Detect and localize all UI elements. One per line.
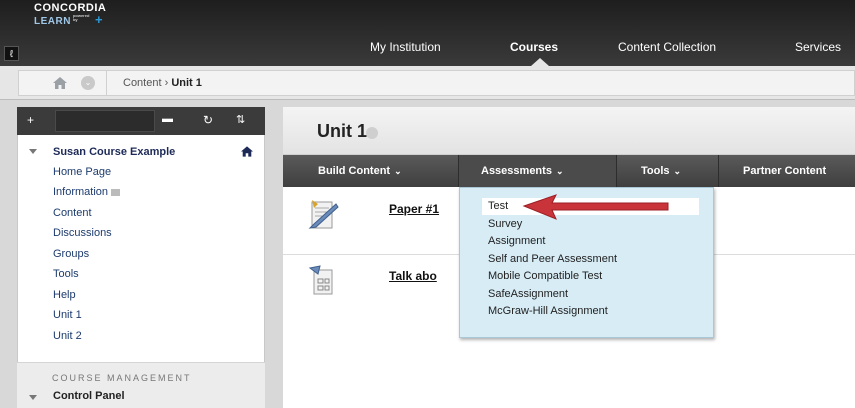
action-divider xyxy=(616,155,617,187)
sidebar-item-unit-1[interactable]: Unit 1 xyxy=(53,309,82,321)
logo-line2: LEARN xyxy=(34,16,71,27)
breadcrumb-current: Unit 1 xyxy=(171,77,202,89)
content-item-title[interactable]: Talk abo xyxy=(389,269,459,283)
partner-content-button[interactable]: Partner Content xyxy=(743,165,855,177)
control-panel-link[interactable]: Control Panel xyxy=(53,390,125,402)
course-home-icon[interactable] xyxy=(241,146,253,157)
sidebar-item-tools[interactable]: Tools xyxy=(53,268,79,280)
breadcrumb-menu-chevron-icon[interactable]: ⌄ xyxy=(81,76,95,90)
content-item-title[interactable]: Paper #1 xyxy=(389,202,459,216)
sidebar-item-groups[interactable]: Groups xyxy=(53,248,89,260)
page-title: Unit 1 xyxy=(317,121,368,141)
survey-icon xyxy=(308,265,333,295)
chevron-down-icon: ⌄ xyxy=(555,166,564,176)
menu-item-survey[interactable]: Survey xyxy=(488,218,522,230)
menu-item-mobile-compatible-test[interactable]: Mobile Compatible Test xyxy=(488,270,602,282)
course-management-label: COURSE MANAGEMENT xyxy=(52,373,192,383)
breadcrumb-divider xyxy=(106,71,107,95)
menu-item-self-and-peer-assessment[interactable]: Self and Peer Assessment xyxy=(488,253,617,265)
nav-my-institution[interactable]: My Institution xyxy=(370,40,441,54)
course-collapse-caret-icon[interactable] xyxy=(29,149,37,154)
tools-button[interactable]: Tools ⌄ xyxy=(641,165,681,177)
sidebar-item-unit-2[interactable]: Unit 2 xyxy=(53,330,82,342)
chevron-down-icon: ⌄ xyxy=(394,166,402,176)
logo-powered: powered by Blackboard xyxy=(72,14,95,22)
sidebar-item-content[interactable]: Content xyxy=(53,207,92,219)
link-icon[interactable]: ℓ xyxy=(4,46,19,61)
sidebar-item-help[interactable]: Help xyxy=(53,289,76,301)
sidebar-item-home-page[interactable]: Home Page xyxy=(53,166,111,178)
home-icon[interactable] xyxy=(53,77,67,89)
assessments-button[interactable]: Assessments ⌄ xyxy=(481,165,563,177)
page-title-chevron-icon[interactable] xyxy=(366,127,378,139)
menu-item-mcgraw-hill-assignment[interactable]: McGraw-Hill Assignment xyxy=(488,305,608,317)
assignment-icon xyxy=(308,200,339,229)
chevron-down-icon: ⌄ xyxy=(673,166,682,176)
control-panel-caret-icon[interactable] xyxy=(29,395,37,400)
refresh-icon[interactable]: ↻ xyxy=(203,113,213,127)
nav-courses[interactable]: Courses xyxy=(510,40,558,54)
concordia-learn-logo[interactable]: CONCORDIA LEARNpowered by Blackboard+ xyxy=(34,3,106,28)
course-title[interactable]: Susan Course Example xyxy=(53,146,175,158)
assessments-label: Assessments xyxy=(481,165,552,177)
logo-plus-icon: + xyxy=(94,12,103,27)
module-page-icon xyxy=(111,188,121,196)
nav-content-collection[interactable]: Content Collection xyxy=(618,40,716,54)
action-divider xyxy=(718,155,719,187)
reorder-icon[interactable]: ⇅ xyxy=(236,113,245,126)
tools-label: Tools xyxy=(641,165,670,177)
add-menu-item-icon[interactable]: + xyxy=(27,113,34,127)
action-divider xyxy=(458,155,459,187)
course-menu-search xyxy=(55,110,155,132)
top-navigation-bar xyxy=(0,0,855,66)
folder-view-icon[interactable]: ▬ xyxy=(162,113,173,125)
menu-item-safeassignment[interactable]: SafeAssignment xyxy=(488,288,568,300)
breadcrumb-trail: Content › Unit 1 xyxy=(123,77,202,89)
red-arrow-annotation xyxy=(522,194,669,220)
breadcrumb-parent[interactable]: Content xyxy=(123,77,162,89)
build-content-label: Build Content xyxy=(318,165,391,177)
menu-item-test[interactable]: Test xyxy=(488,200,508,212)
build-content-button[interactable]: Build Content ⌄ xyxy=(318,165,402,177)
active-nav-indicator xyxy=(531,58,549,66)
sidebar-item-information[interactable]: Information xyxy=(53,186,121,198)
partner-content-label: Partner Content xyxy=(743,165,827,177)
breadcrumb-separator: › xyxy=(164,77,169,89)
sidebar-item-label: Information xyxy=(53,186,109,198)
nav-services[interactable]: Services xyxy=(795,40,855,54)
sidebar-item-discussions[interactable]: Discussions xyxy=(53,227,112,239)
menu-item-assignment[interactable]: Assignment xyxy=(488,235,545,247)
